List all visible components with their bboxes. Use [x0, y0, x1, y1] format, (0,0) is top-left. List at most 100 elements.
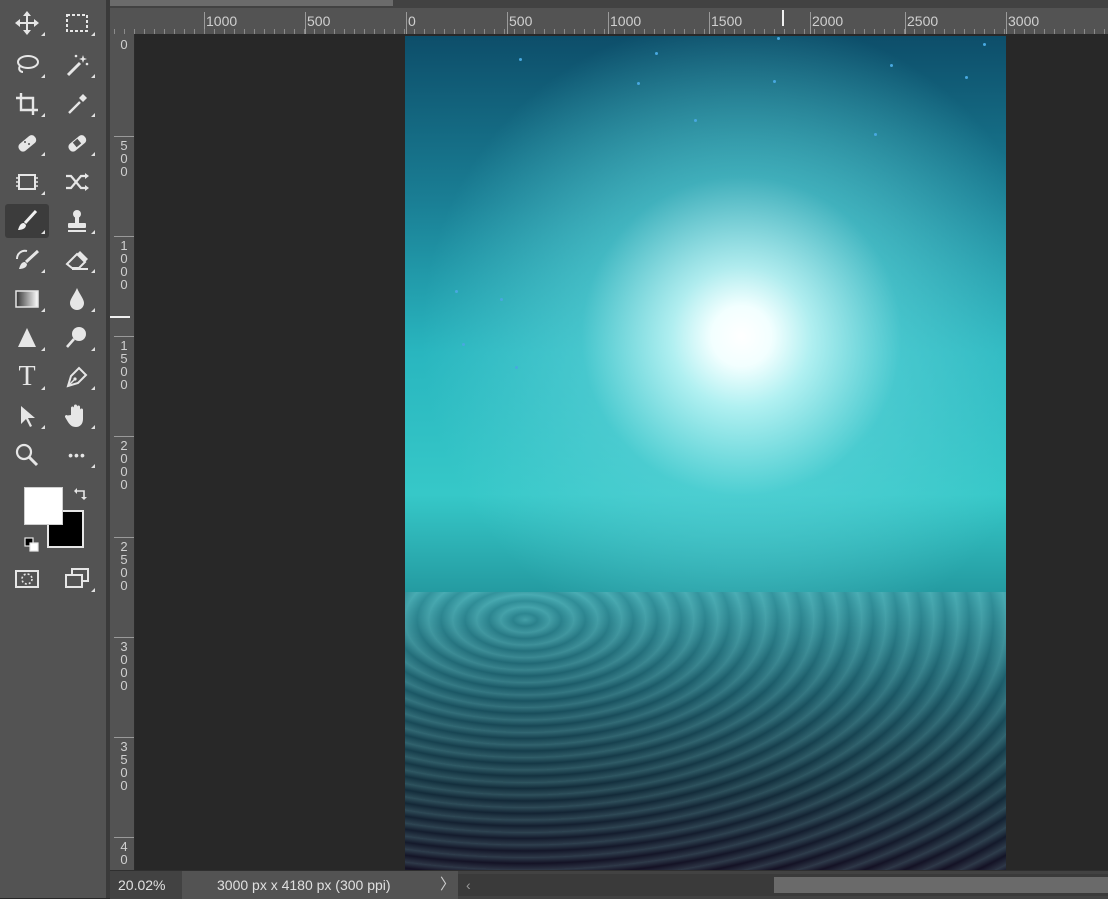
dodge-icon: [66, 327, 86, 348]
swap-colors-icon[interactable]: [73, 486, 89, 502]
star: [655, 52, 658, 55]
magic-wand-tool[interactable]: [55, 48, 99, 82]
marquee-tool[interactable]: [55, 6, 99, 40]
bandage-icon: [68, 135, 87, 152]
ruler-label: 1000: [610, 13, 642, 29]
type-tool[interactable]: T: [5, 360, 49, 394]
ruler-label: 1000: [120, 238, 128, 292]
type-icon: T: [18, 361, 36, 392]
ruler-cursor-marker: [782, 10, 784, 26]
vertical-ruler[interactable]: 0 500 1000 1500 2000 2500 3000 3500 40: [110, 34, 135, 870]
document-dimensions: 3000 px x 4180 px (300 ppi): [217, 877, 391, 893]
scrollbar-thumb[interactable]: [774, 877, 1108, 893]
ruler-label: 2500: [907, 13, 939, 29]
eraser-icon: [65, 251, 88, 270]
crop-tool[interactable]: [5, 87, 49, 121]
clone-stamp-tool[interactable]: [55, 204, 99, 238]
star: [694, 119, 697, 122]
magnifier-icon: [15, 443, 39, 467]
ruler-label: 500: [509, 13, 533, 29]
ruler-label: 3500: [120, 739, 128, 793]
gradient-icon: [15, 290, 39, 308]
blur-tool[interactable]: [55, 282, 99, 316]
lasso-icon: [17, 55, 39, 73]
stamp-icon: [68, 210, 86, 232]
ruler-label: 3000: [1008, 13, 1040, 29]
star: [637, 82, 640, 85]
star: [462, 343, 465, 346]
content-aware-icon: [16, 174, 38, 190]
eyedropper-icon: [68, 94, 87, 114]
dodge-tool[interactable]: [55, 321, 99, 355]
status-bar: 20.02% 3000 px x 4180 px (300 ppi) 〉 ‹: [110, 870, 1108, 899]
spot-healing-tool[interactable]: [5, 126, 49, 160]
toolbar: T •••: [0, 0, 107, 898]
chevron-right-icon[interactable]: 〉: [440, 871, 455, 899]
pen-icon: [66, 366, 88, 388]
hand-icon: [64, 404, 83, 427]
ruler-label: 0: [120, 37, 128, 52]
zoom-level-field[interactable]: 20.02%: [110, 871, 180, 899]
brush-icon: [18, 209, 38, 230]
star: [965, 76, 968, 79]
content-aware-tool[interactable]: [5, 165, 49, 199]
scroll-left-icon[interactable]: ‹: [466, 874, 471, 896]
path-selection-tool[interactable]: [5, 399, 49, 433]
tab-strip: [110, 0, 1108, 8]
ruler-label: 1500: [711, 13, 743, 29]
history-brush-tool[interactable]: [5, 243, 49, 277]
lasso-tool[interactable]: [5, 48, 49, 82]
star: [515, 366, 518, 369]
zoom-tool[interactable]: [5, 438, 49, 472]
more-tools[interactable]: •••: [55, 438, 99, 472]
default-colors-icon[interactable]: [24, 537, 40, 553]
document-info[interactable]: 3000 px x 4180 px (300 ppi): [182, 871, 458, 899]
move-tool[interactable]: [5, 6, 49, 40]
shuffle-icon: [66, 173, 89, 191]
ruler-label: 1500: [120, 338, 128, 392]
star: [777, 37, 780, 40]
history-brush-icon: [16, 249, 40, 269]
drop-icon: [70, 288, 84, 310]
screen-mode-button[interactable]: [55, 562, 99, 596]
spot-healing-bandage-icon: [18, 135, 37, 152]
move-icon: [15, 11, 39, 35]
healing-brush-tool[interactable]: [55, 126, 99, 160]
content-aware-move-tool[interactable]: [55, 165, 99, 199]
sharpen-tool[interactable]: [5, 321, 49, 355]
arrow-cursor-icon: [21, 406, 35, 427]
star: [500, 298, 503, 301]
star: [455, 290, 458, 293]
ruler-label: 2000: [120, 438, 128, 492]
document-canvas[interactable]: [405, 36, 1006, 870]
horizontal-scrollbar[interactable]: ‹: [458, 874, 1108, 896]
triangle-icon: [18, 328, 36, 347]
eraser-tool[interactable]: [55, 243, 99, 277]
ellipsis-icon: •••: [68, 447, 86, 463]
cloud-layer: [405, 592, 1006, 870]
ruler-label: 500: [307, 13, 331, 29]
crop-icon: [16, 93, 38, 115]
star: [983, 43, 986, 46]
magic-wand-icon: [66, 54, 89, 77]
document-tab[interactable]: [110, 0, 393, 6]
ruler-label: 2500: [120, 539, 128, 593]
ruler-label: 0: [408, 13, 416, 29]
star: [890, 64, 893, 67]
ruler-cursor-marker: [110, 316, 130, 318]
foreground-color-swatch[interactable]: [24, 487, 63, 525]
gradient-tool[interactable]: [5, 282, 49, 316]
ruler-label: 1000: [206, 13, 238, 29]
star: [519, 58, 522, 61]
eyedropper-tool[interactable]: [55, 87, 99, 121]
ruler-label: 500: [120, 138, 128, 179]
star: [773, 80, 776, 83]
brush-tool[interactable]: [5, 204, 49, 238]
hand-tool[interactable]: [55, 399, 99, 433]
pen-tool[interactable]: [55, 360, 99, 394]
ruler-label: 3000: [120, 639, 128, 693]
quick-mask-button[interactable]: [5, 562, 49, 596]
horizontal-ruler[interactable]: 1000 500 0 500 1000 1500 2000 2500 3000: [110, 8, 1108, 35]
ruler-label: 40: [120, 839, 128, 867]
rectangular-marquee-icon: [66, 14, 88, 32]
